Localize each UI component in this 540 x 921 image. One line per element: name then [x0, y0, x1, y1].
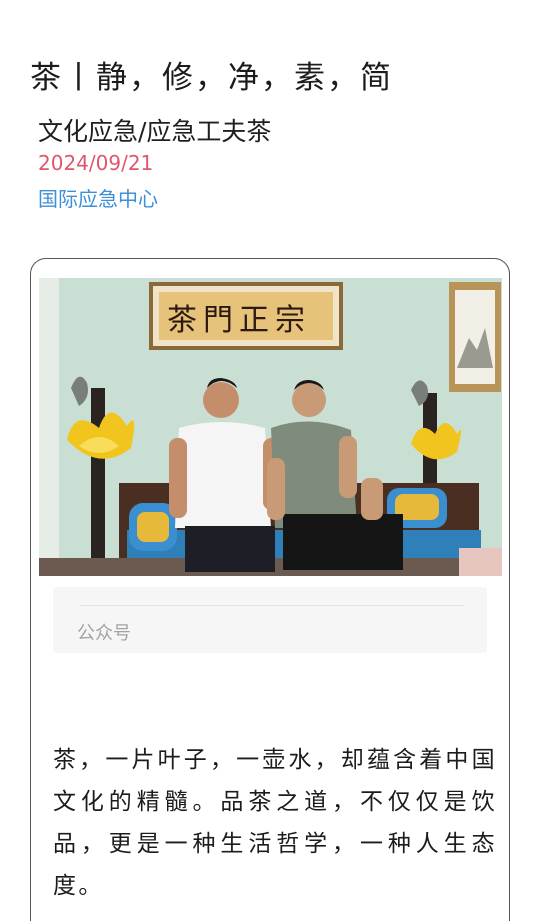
divider: [79, 605, 465, 606]
tea-room-photo[interactable]: 茶門正宗: [39, 278, 502, 576]
source-account-link[interactable]: 国际应急中心: [38, 183, 158, 212]
publish-date: 2024/09/21: [38, 151, 154, 175]
photo-illustration: 茶門正宗: [39, 278, 502, 576]
official-account-label: 公众号: [77, 623, 131, 644]
article-card: 茶門正宗 公众号 茶，一片叶子，一壶水，却蕴含着中国文化的精髓。品茶之道，不仅仅…: [30, 258, 510, 921]
official-account-card[interactable]: 公众号: [53, 587, 487, 653]
article-title: 茶丨静，修，净，素，简: [30, 60, 393, 96]
calligraphy-text: 茶門正宗: [167, 303, 311, 338]
article-paragraph: 茶，一片叶子，一壶水，却蕴含着中国文化的精髓。品茶之道，不仅仅是饮品，更是一种生…: [53, 747, 497, 899]
article-subtitle: 文化应急/应急工夫茶: [38, 117, 272, 146]
